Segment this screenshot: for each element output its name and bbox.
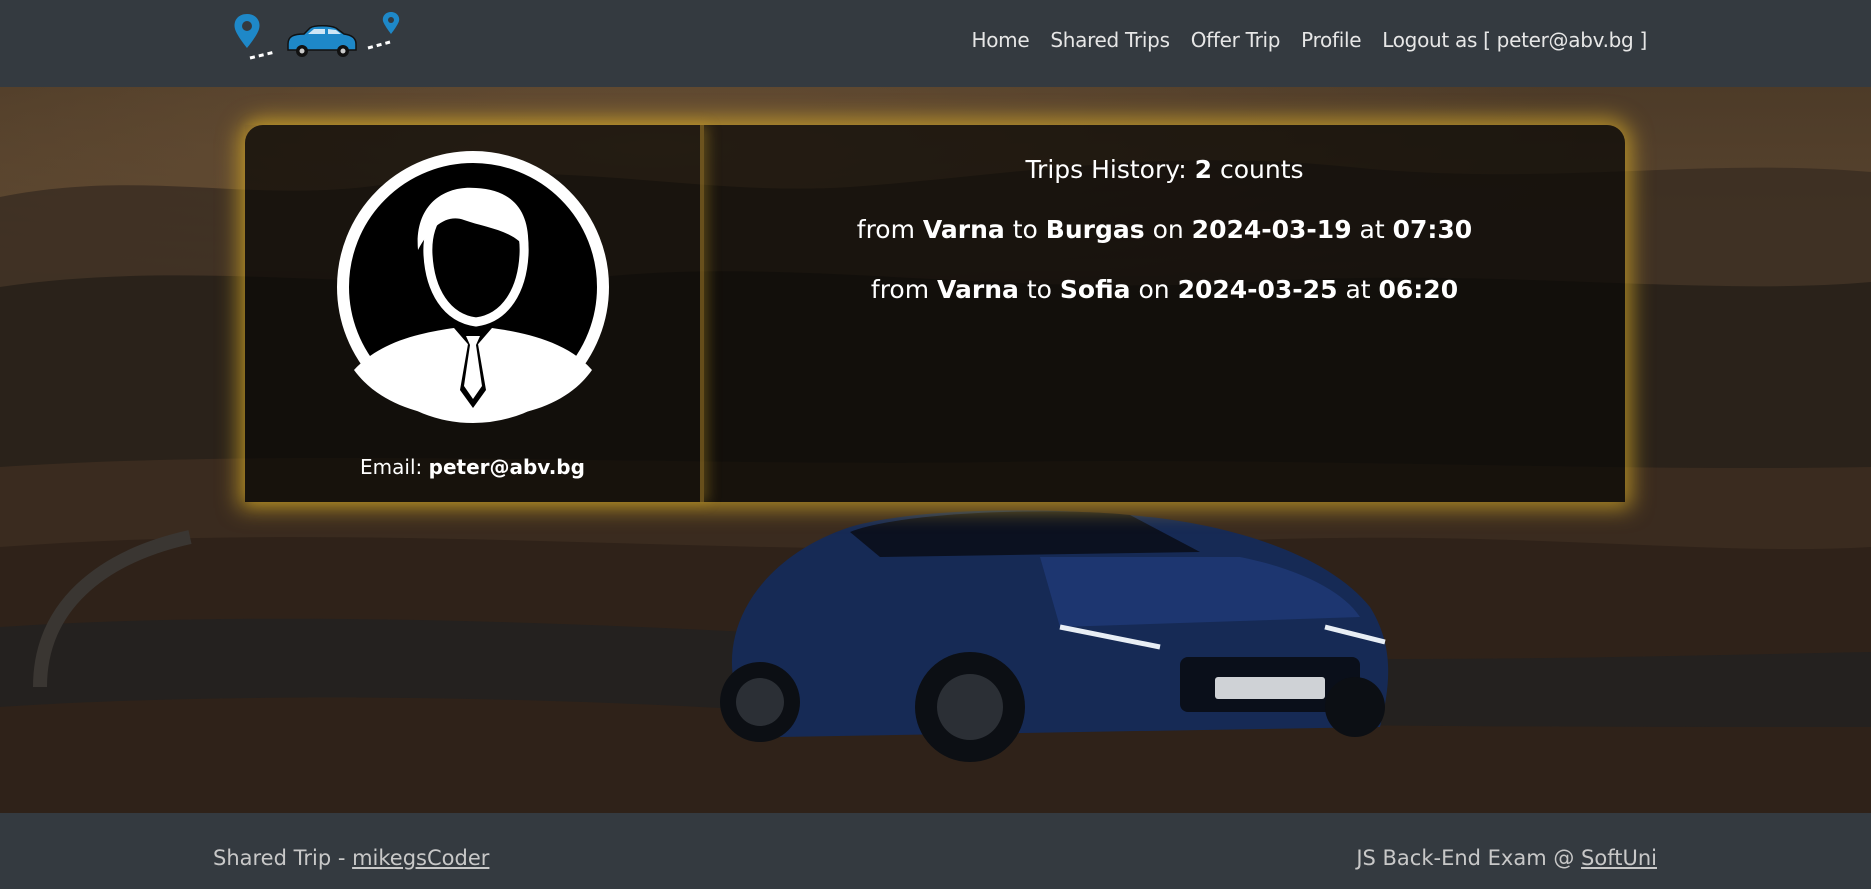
footer-author-link[interactable]: mikegsCoder [352,846,489,870]
user-avatar-icon [337,151,609,423]
trip-date: 2024-03-25 [1177,275,1338,304]
trip-to: Burgas [1045,215,1145,244]
trip-item: from Varna to Sofia on 2024-03-25 at 06:… [704,275,1625,304]
footer-site-name: Shared Trip - [213,846,346,870]
word-to: to [1026,275,1052,304]
word-from: from [870,275,930,304]
footer-left: Shared Trip - mikegsCoder [213,846,489,870]
nav-home-link[interactable]: Home [971,28,1029,52]
trips-history-label: Trips History: [1025,155,1187,184]
trip-time: 06:20 [1378,275,1459,304]
word-to: to [1012,215,1038,244]
logo-car-route-icon[interactable] [230,12,405,66]
footer-exam-text: JS Back-End Exam @ [1356,846,1575,870]
profile-card: Email: peter@abv.bg Trips History: 2 cou… [245,125,1625,502]
footer-softuni-link[interactable]: SoftUni [1581,846,1657,870]
trip-from: Varna [922,215,1005,244]
word-at: at [1345,275,1371,304]
word-at: at [1359,215,1385,244]
word-on: on [1152,215,1184,244]
trip-item: from Varna to Burgas on 2024-03-19 at 07… [704,215,1625,244]
nav-profile-link[interactable]: Profile [1301,28,1361,52]
trip-to: Sofia [1059,275,1131,304]
hero-background: Email: peter@abv.bg Trips History: 2 cou… [0,87,1871,813]
trips-count-suffix: counts [1219,155,1304,184]
trip-from: Varna [937,275,1019,304]
main-nav: Home Shared Trips Offer Trip Profile Log… [950,28,1647,52]
email-value: peter@abv.bg [428,455,585,479]
word-from: from [856,215,915,244]
footer: Shared Trip - mikegsCoder JS Back-End Ex… [0,813,1871,889]
trip-time: 07:30 [1392,215,1473,244]
header: Home Shared Trips Offer Trip Profile Log… [0,0,1871,87]
trips-history: Trips History: 2 counts from Varna to Bu… [704,125,1625,502]
trips-count: 2 [1194,155,1213,184]
email-line: Email: peter@abv.bg [245,455,700,479]
profile-summary: Email: peter@abv.bg [245,125,704,502]
nav-offer-trip-link[interactable]: Offer Trip [1191,28,1281,52]
trips-history-title: Trips History: 2 counts [704,155,1625,184]
footer-right: JS Back-End Exam @ SoftUni [1356,846,1657,870]
word-on: on [1138,275,1170,304]
email-label: Email: [360,455,423,479]
trip-date: 2024-03-19 [1191,215,1352,244]
nav-logout-link[interactable]: Logout as [ peter@abv.bg ] [1382,28,1647,52]
nav-shared-trips-link[interactable]: Shared Trips [1050,28,1170,52]
